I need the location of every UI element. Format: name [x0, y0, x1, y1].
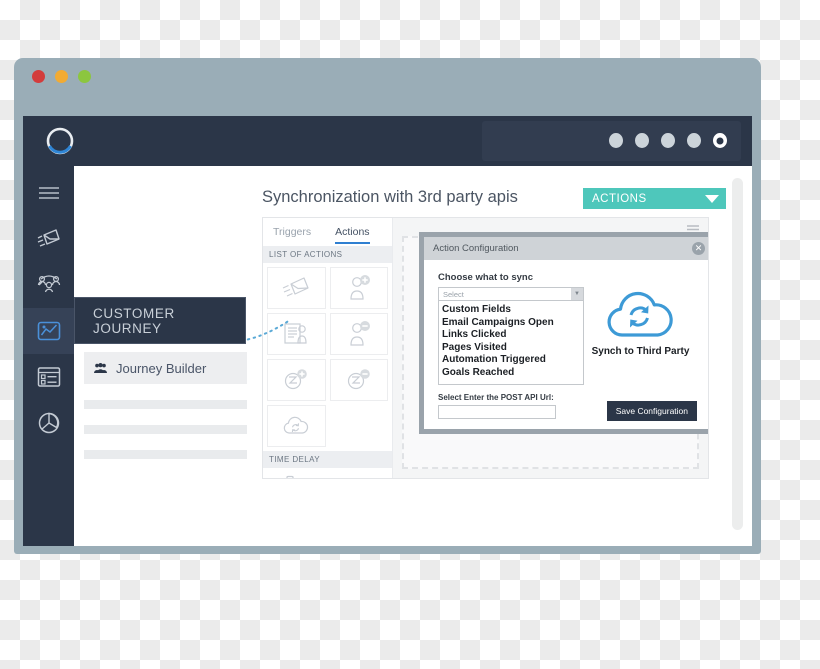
icon-rail: [23, 166, 74, 546]
action-assign-form[interactable]: [267, 313, 326, 355]
nav-placeholder-row: [84, 425, 247, 434]
tab-triggers[interactable]: Triggers: [273, 218, 311, 246]
builder-palette: Triggers Actions LIST OF ACTIONS TIME DE…: [263, 218, 393, 478]
header-dot-2[interactable]: [635, 133, 649, 148]
sync-option[interactable]: Email Campaigns Open: [442, 317, 583, 330]
sync-option[interactable]: Goals Reached: [442, 367, 583, 380]
tab-actions[interactable]: Actions: [335, 218, 371, 246]
post-api-url-label: Select Enter the POST API Url:: [438, 392, 554, 402]
sidebar-item-menu[interactable]: [23, 170, 74, 216]
cloud-sync-icon: [607, 291, 673, 337]
sync-option[interactable]: Pages Visited: [442, 342, 583, 355]
send-email-icon: [283, 277, 309, 297]
builder-canvas[interactable]: Action Configuration ✕ Choose what to sy…: [393, 218, 708, 478]
sync-select-value: Select: [443, 289, 464, 299]
actions-dropdown-label: ACTIONS: [592, 192, 647, 205]
app-body: CUSTOMER JOURNEY Journey Builder Synchro…: [23, 166, 752, 546]
paper-plane-envelope-icon: [37, 229, 60, 247]
remove-tag-icon: [347, 369, 370, 390]
actions-dropdown[interactable]: ACTIONS: [583, 188, 726, 209]
dialog-form-column: Choose what to sync Select ▼ Custom Fiel…: [438, 272, 584, 419]
hamburger-icon: [38, 187, 59, 199]
minimize-window-button[interactable]: [55, 70, 68, 83]
save-configuration-button[interactable]: Save Configuration: [606, 400, 697, 421]
choose-what-to-sync-label: Choose what to sync: [438, 272, 534, 283]
content-area: CUSTOMER JOURNEY Journey Builder Synchro…: [74, 166, 752, 546]
action-add-contact[interactable]: [329, 267, 388, 309]
stopwatch-icon: [286, 475, 294, 478]
form-list-icon: [37, 367, 60, 387]
nav-placeholder-row: [84, 400, 247, 409]
section-heading-time-delay: TIME DELAY: [263, 451, 392, 468]
app-header: [23, 116, 752, 166]
pie-chart-icon: [38, 412, 59, 434]
user-avatar-icon[interactable]: [713, 133, 727, 148]
sidebar-item-campaigns[interactable]: [23, 216, 74, 262]
header-dot-1[interactable]: [609, 133, 623, 148]
remove-contact-icon: [350, 321, 370, 346]
sync-option-list: Custom Fields Email Campaigns Open Links…: [438, 301, 584, 385]
add-contact-icon: [350, 275, 370, 300]
chevron-down-icon: ▼: [571, 288, 583, 300]
dialog-title: Action Configuration: [433, 243, 519, 254]
audience-network-icon: [37, 275, 60, 293]
builder-tabs: Triggers Actions: [263, 218, 392, 246]
traffic-lights: [32, 70, 91, 83]
cloud-sync-icon: [284, 416, 309, 434]
action-cloud-sync[interactable]: [267, 405, 326, 447]
action-remove-tag[interactable]: [329, 359, 388, 401]
nav-item-journey-builder[interactable]: Journey Builder: [84, 352, 247, 384]
caret-down-icon: [705, 194, 719, 203]
flyout-label: CUSTOMER JOURNEY: [93, 305, 175, 336]
dialog-titlebar: Action Configuration ✕: [424, 237, 708, 260]
dialog-illustration: Synch to Third Party: [584, 272, 697, 419]
action-icon-grid: [263, 263, 392, 451]
customer-journey-flyout[interactable]: CUSTOMER JOURNEY: [74, 297, 246, 344]
post-api-url-input[interactable]: [438, 404, 556, 419]
nav-item-label: Journey Builder: [116, 360, 207, 376]
app-frame: CUSTOMER JOURNEY Journey Builder Synchro…: [23, 116, 752, 546]
sync-option[interactable]: Links Clicked: [442, 329, 583, 342]
nav-placeholder-row: [84, 450, 247, 459]
sync-select[interactable]: Select ▼: [438, 287, 584, 301]
browser-titlebar: [14, 58, 761, 116]
sidebar-item-forms[interactable]: [23, 354, 74, 400]
action-remove-contact[interactable]: [329, 313, 388, 355]
sidebar-item-audience[interactable]: [23, 262, 74, 308]
action-send-email[interactable]: [267, 267, 326, 309]
action-time-delay[interactable]: [263, 468, 392, 478]
chart-image-icon: [37, 321, 60, 341]
sync-option[interactable]: Custom Fields: [442, 304, 583, 317]
journey-builder-panel: Triggers Actions LIST OF ACTIONS TIME DE…: [262, 217, 709, 479]
sidebar-item-customer-journey[interactable]: [23, 308, 74, 354]
vertical-scrollbar[interactable]: [732, 178, 743, 530]
header-dot-4[interactable]: [687, 133, 701, 148]
main-panel: Synchronization with 3rd party apis ACTI…: [262, 188, 726, 479]
people-group-icon: [94, 362, 107, 373]
brand-logo-icon: [44, 125, 76, 157]
sidebar-item-reports[interactable]: [23, 400, 74, 446]
secondary-nav-list: Journey Builder: [84, 352, 247, 459]
action-add-tag[interactable]: [267, 359, 326, 401]
close-window-button[interactable]: [32, 70, 45, 83]
header-icon-group: [609, 133, 727, 148]
sync-option[interactable]: Automation Triggered: [442, 354, 583, 367]
browser-window: CUSTOMER JOURNEY Journey Builder Synchro…: [14, 58, 761, 554]
dialog-body: Choose what to sync Select ▼ Custom Fiel…: [424, 260, 708, 429]
header-toolbar-panel: [482, 121, 741, 161]
form-contact-icon: [284, 323, 307, 344]
maximize-window-button[interactable]: [78, 70, 91, 83]
action-configuration-dialog: Action Configuration ✕ Choose what to sy…: [419, 232, 708, 434]
add-tag-icon: [285, 369, 308, 390]
header-dot-3[interactable]: [661, 133, 675, 148]
section-heading-list-of-actions: LIST OF ACTIONS: [263, 246, 392, 263]
sync-illustration-caption: Synch to Third Party: [591, 346, 690, 357]
close-icon[interactable]: ✕: [692, 242, 705, 255]
